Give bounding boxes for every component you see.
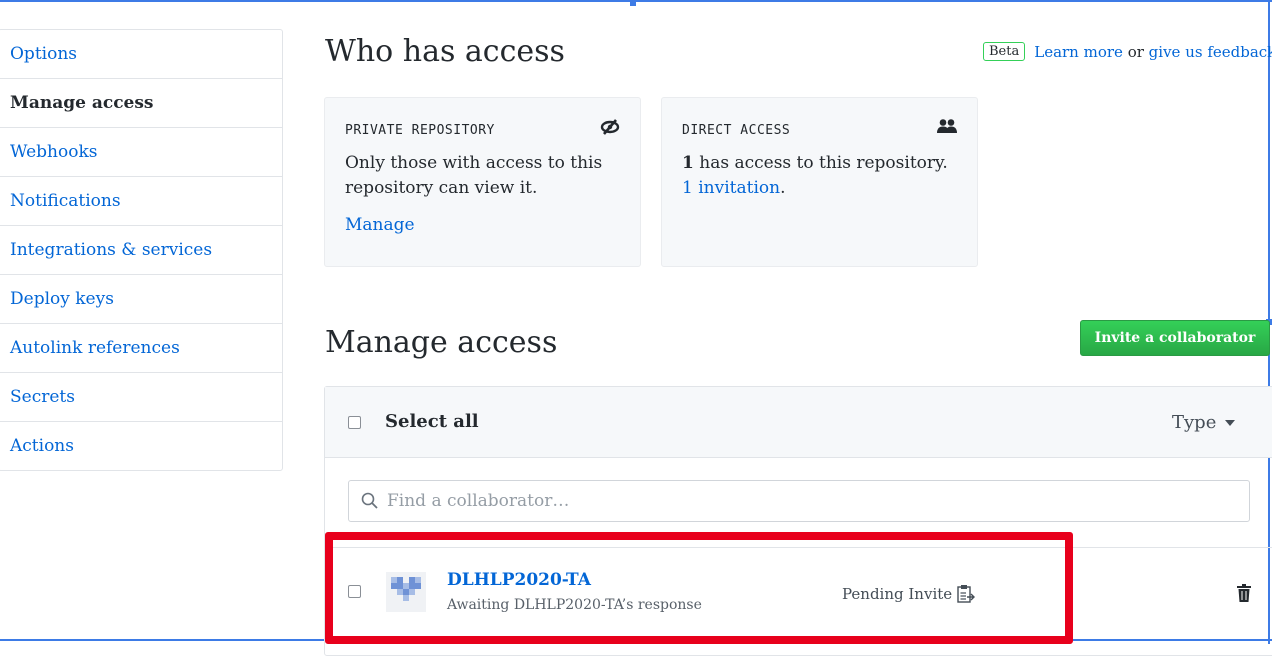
sidebar-item-actions[interactable]: Actions bbox=[0, 422, 282, 470]
type-dropdown-label: Type bbox=[1172, 412, 1217, 433]
selection-frame-top bbox=[0, 0, 1272, 2]
sidebar-item-autolink-references[interactable]: Autolink references bbox=[0, 324, 282, 373]
copy-invite-link-icon[interactable] bbox=[957, 584, 976, 604]
sidebar-item-integrations[interactable]: Integrations & services bbox=[0, 226, 282, 275]
manage-link[interactable]: Manage bbox=[345, 215, 620, 235]
find-collaborator-search[interactable] bbox=[348, 480, 1250, 522]
type-dropdown[interactable]: Type bbox=[1172, 412, 1236, 433]
collaborators-box: Select all Type Find a collaborator… DLH… bbox=[324, 386, 1272, 656]
invite-collaborator-button[interactable]: Invite a collaborator bbox=[1080, 320, 1270, 356]
private-repository-label: PRIVATE REPOSITORY bbox=[345, 123, 495, 138]
collaborators-box-header: Select all Type bbox=[325, 387, 1272, 458]
invitation-suffix: . bbox=[780, 178, 786, 198]
feedback-link[interactable]: give us feedback bbox=[1149, 43, 1272, 61]
sidebar-item-webhooks[interactable]: Webhooks bbox=[0, 128, 282, 177]
avatar bbox=[386, 572, 426, 612]
sidebar-item-notifications[interactable]: Notifications bbox=[0, 177, 282, 226]
collaborator-name-link[interactable]: DLHLP2020-TA bbox=[447, 570, 591, 590]
search-icon bbox=[361, 492, 378, 509]
direct-access-card: DIRECT ACCESS 1 has access to this repos… bbox=[661, 97, 978, 267]
selection-handle-top[interactable] bbox=[630, 0, 636, 6]
sidebar-item-secrets[interactable]: Secrets bbox=[0, 373, 282, 422]
select-all-label: Select all bbox=[385, 411, 479, 432]
row-separator bbox=[325, 547, 1272, 548]
sidebar-item-deploy-keys[interactable]: Deploy keys bbox=[0, 275, 282, 324]
or-text: or bbox=[1122, 42, 1149, 61]
private-repository-text: Only those with access to this repositor… bbox=[345, 153, 603, 198]
learn-more-link[interactable]: Learn more bbox=[1034, 43, 1123, 61]
direct-access-label: DIRECT ACCESS bbox=[682, 123, 791, 138]
direct-access-description: has access to this repository. bbox=[693, 153, 948, 173]
beta-notice: Beta Learn more or give us feedback bbox=[983, 42, 1272, 61]
manage-access-title: Manage access bbox=[325, 325, 558, 360]
pending-invite: Pending Invite bbox=[842, 584, 976, 604]
who-has-access-title: Who has access bbox=[325, 34, 565, 69]
settings-sidebar: Options Manage access Webhooks Notificat… bbox=[0, 29, 283, 471]
people-icon bbox=[937, 118, 957, 138]
pending-invite-label: Pending Invite bbox=[842, 585, 953, 603]
sidebar-item-options[interactable]: Options bbox=[0, 30, 282, 79]
caret-down-icon bbox=[1225, 420, 1236, 426]
direct-access-text: 1 has access to this repository. bbox=[682, 151, 957, 176]
invitation-line: 1 invitation. bbox=[682, 176, 957, 201]
collaborator-checkbox[interactable] bbox=[348, 585, 361, 598]
find-collaborator-input[interactable] bbox=[385, 490, 1239, 512]
beta-badge: Beta bbox=[983, 42, 1026, 61]
invitation-link[interactable]: 1 invitation bbox=[682, 178, 780, 198]
direct-access-count: 1 bbox=[682, 153, 694, 173]
private-repository-card: PRIVATE REPOSITORY Only those with acces… bbox=[324, 97, 641, 267]
collaborator-status: Awaiting DLHLP2020-TA’s response bbox=[447, 597, 702, 613]
trash-icon[interactable] bbox=[1237, 584, 1251, 602]
sidebar-item-manage-access[interactable]: Manage access bbox=[0, 79, 282, 128]
eye-closed-icon bbox=[600, 118, 620, 140]
select-all-checkbox[interactable] bbox=[348, 416, 361, 429]
